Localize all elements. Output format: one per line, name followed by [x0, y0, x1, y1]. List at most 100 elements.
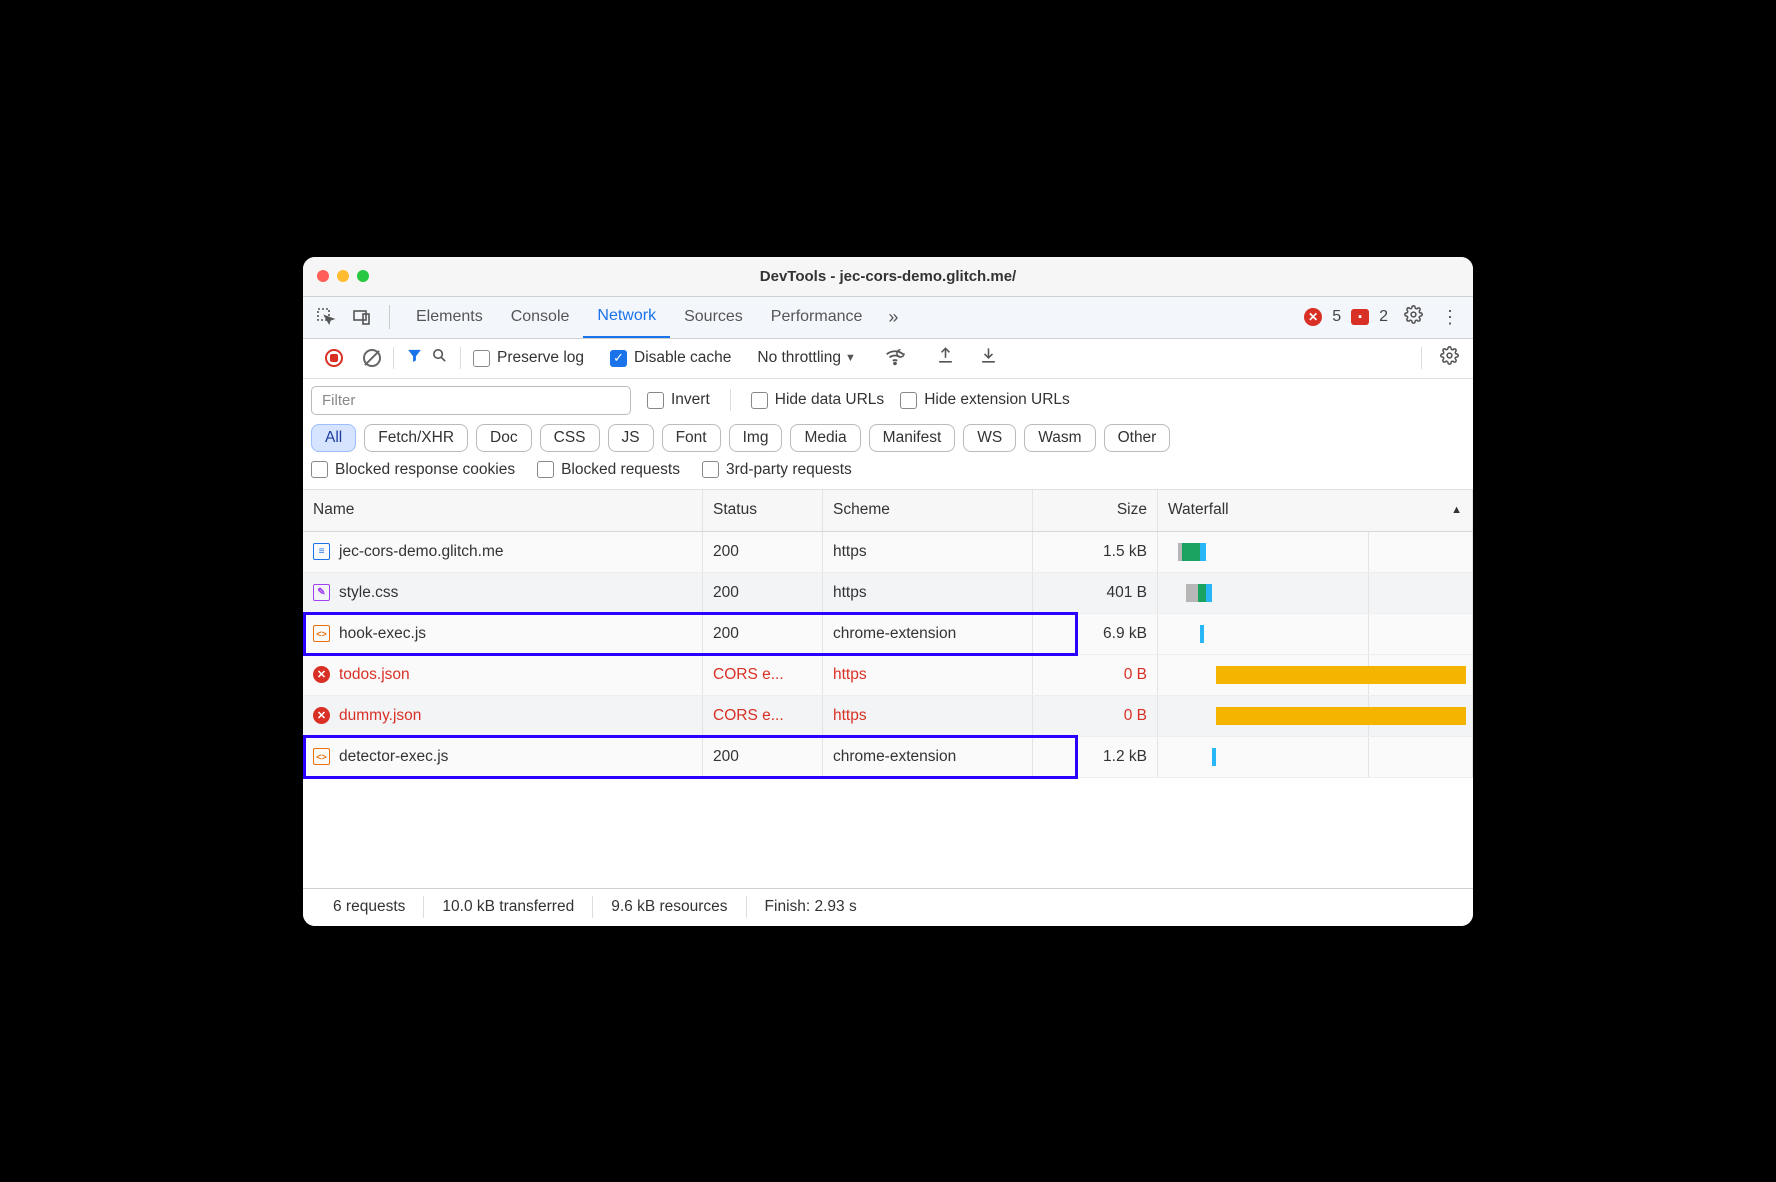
filter-chip-js[interactable]: JS	[608, 424, 654, 452]
tab-performance[interactable]: Performance	[757, 296, 877, 338]
record-button[interactable]	[325, 349, 343, 367]
chevron-down-icon: ▼	[845, 352, 856, 364]
table-row[interactable]: ✎style.css200https401 B	[303, 573, 1473, 614]
checkbox-checked-icon[interactable]: ✓	[610, 350, 627, 367]
checkbox-icon[interactable]	[311, 461, 328, 478]
panel-settings-gear-icon[interactable]	[1440, 346, 1459, 370]
waterfall-cell	[1158, 737, 1473, 777]
checkbox-icon[interactable]	[647, 392, 664, 409]
request-size: 0 B	[1124, 666, 1147, 684]
filter-chip-other[interactable]: Other	[1104, 424, 1171, 452]
col-scheme[interactable]: Scheme	[823, 490, 1033, 531]
blocked-cookies-toggle[interactable]: Blocked response cookies	[311, 461, 515, 479]
blocked-cookies-label: Blocked response cookies	[335, 461, 515, 479]
inspect-element-icon[interactable]	[311, 302, 341, 332]
throttling-value: No throttling	[757, 349, 841, 367]
import-har-icon[interactable]	[979, 346, 998, 370]
invert-toggle[interactable]: Invert	[647, 391, 710, 409]
third-party-toggle[interactable]: 3rd-party requests	[702, 461, 852, 479]
request-status: 200	[713, 584, 739, 602]
col-name[interactable]: Name	[303, 490, 703, 531]
tab-network[interactable]: Network	[583, 296, 670, 338]
table-row[interactable]: <>detector-exec.js200chrome-extension1.2…	[303, 737, 1473, 778]
waterfall-cell	[1158, 573, 1473, 613]
request-name: dummy.json	[339, 707, 421, 725]
js-file-icon: <>	[313, 625, 330, 642]
status-finish: Finish: 2.93 s	[747, 898, 875, 916]
divider	[389, 305, 390, 329]
col-waterfall[interactable]: Waterfall ▲	[1158, 490, 1473, 531]
filter-chip-manifest[interactable]: Manifest	[869, 424, 956, 452]
tab-console[interactable]: Console	[497, 296, 584, 338]
network-toolbar: Preserve log ✓ Disable cache No throttli…	[303, 339, 1473, 379]
network-table: Name Status Scheme Size Waterfall ▲ ≡jec…	[303, 490, 1473, 888]
issue-badge-icon[interactable]: ▪	[1351, 309, 1369, 325]
table-row[interactable]: ✕dummy.jsonCORS e...https0 B	[303, 696, 1473, 737]
throttling-select[interactable]: No throttling ▼	[757, 349, 855, 367]
disable-cache-label: Disable cache	[634, 349, 731, 367]
hide-extension-urls-toggle[interactable]: Hide extension URLs	[900, 391, 1070, 409]
hide-data-urls-toggle[interactable]: Hide data URLs	[751, 391, 884, 409]
filter-chip-ws[interactable]: WS	[963, 424, 1016, 452]
more-menu-icon[interactable]: ⋮	[1441, 307, 1459, 328]
request-scheme: https	[833, 543, 867, 561]
filter-input[interactable]: Filter	[311, 386, 631, 415]
filter-toggle-icon[interactable]	[406, 347, 423, 369]
checkbox-icon[interactable]	[537, 461, 554, 478]
search-icon[interactable]	[431, 347, 448, 369]
filter-chip-font[interactable]: Font	[662, 424, 721, 452]
tab-sources[interactable]: Sources	[670, 296, 757, 338]
minimize-icon[interactable]	[337, 270, 349, 282]
error-badge-icon[interactable]: ✕	[1304, 308, 1322, 326]
invert-label: Invert	[671, 391, 710, 409]
table-row[interactable]: ✕todos.jsonCORS e...https0 B	[303, 655, 1473, 696]
clear-log-icon[interactable]	[363, 349, 381, 367]
checkbox-icon[interactable]	[751, 392, 768, 409]
tab-elements[interactable]: Elements	[402, 296, 497, 338]
traffic-lights	[317, 270, 369, 282]
filter-chip-fetchxhr[interactable]: Fetch/XHR	[364, 424, 468, 452]
divider	[460, 347, 461, 369]
error-icon: ✕	[313, 666, 330, 683]
table-row[interactable]: <>hook-exec.js200chrome-extension6.9 kB	[303, 614, 1473, 655]
filter-chip-wasm[interactable]: Wasm	[1024, 424, 1095, 452]
waterfall-cell	[1158, 532, 1473, 572]
status-bar: 6 requests 10.0 kB transferred 9.6 kB re…	[303, 888, 1473, 926]
filter-chip-css[interactable]: CSS	[540, 424, 600, 452]
device-toolbar-icon[interactable]	[347, 302, 377, 332]
filter-chip-all[interactable]: All	[311, 424, 356, 452]
divider	[1421, 347, 1422, 369]
export-har-icon[interactable]	[936, 346, 955, 370]
request-scheme: https	[833, 584, 867, 602]
request-name: detector-exec.js	[339, 748, 448, 766]
maximize-icon[interactable]	[357, 270, 369, 282]
blocked-requests-toggle[interactable]: Blocked requests	[537, 461, 680, 479]
filter-bar: Filter Invert Hide data URLs Hide extens…	[303, 379, 1473, 490]
settings-gear-icon[interactable]	[1404, 305, 1423, 329]
network-conditions-icon[interactable]	[884, 346, 906, 371]
issue-count: 2	[1379, 308, 1388, 326]
request-status: 200	[713, 625, 739, 643]
request-name: style.css	[339, 584, 398, 602]
col-size[interactable]: Size	[1033, 490, 1158, 531]
filter-chip-doc[interactable]: Doc	[476, 424, 532, 452]
status-transferred: 10.0 kB transferred	[424, 898, 592, 916]
checkbox-icon[interactable]	[702, 461, 719, 478]
filter-chip-media[interactable]: Media	[790, 424, 860, 452]
tabs-overflow-icon[interactable]: »	[882, 307, 904, 328]
document-file-icon: ≡	[313, 543, 330, 560]
waterfall-cell	[1158, 696, 1473, 736]
window-title: DevTools - jec-cors-demo.glitch.me/	[303, 268, 1473, 285]
filter-placeholder: Filter	[322, 392, 355, 409]
col-status[interactable]: Status	[703, 490, 823, 531]
filter-chip-img[interactable]: Img	[729, 424, 783, 452]
main-tabs: ElementsConsoleNetworkSourcesPerformance…	[303, 297, 1473, 339]
table-row[interactable]: ≡jec-cors-demo.glitch.me200https1.5 kB	[303, 532, 1473, 573]
checkbox-icon[interactable]	[473, 350, 490, 367]
checkbox-icon[interactable]	[900, 392, 917, 409]
preserve-log-label: Preserve log	[497, 349, 584, 367]
preserve-log-toggle[interactable]: Preserve log	[473, 349, 584, 367]
disable-cache-toggle[interactable]: ✓ Disable cache	[610, 349, 731, 367]
request-scheme: chrome-extension	[833, 748, 956, 766]
close-icon[interactable]	[317, 270, 329, 282]
